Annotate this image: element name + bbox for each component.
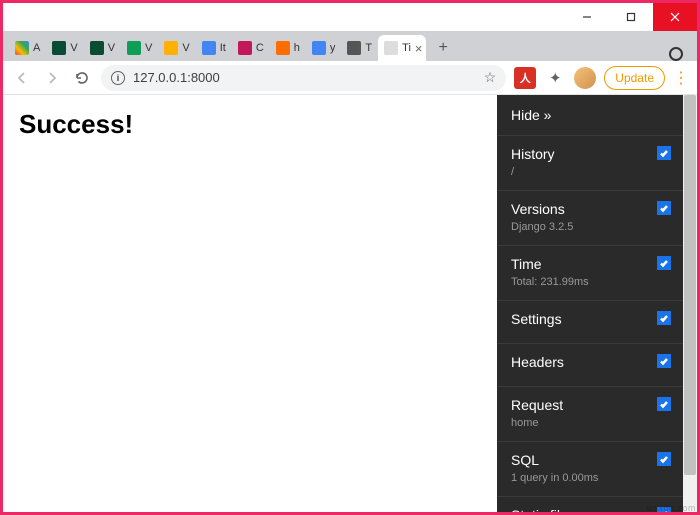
tab-label: A bbox=[33, 42, 40, 54]
browser-tab[interactable]: T bbox=[341, 35, 378, 61]
browser-tab[interactable]: V bbox=[84, 35, 121, 61]
djdt-panel-subtitle: 1 query in 0.00ms bbox=[511, 472, 669, 484]
browser-tab[interactable]: A bbox=[9, 35, 46, 61]
djdt-panel[interactable]: SQL 1 query in 0.00ms bbox=[497, 441, 683, 496]
favicon bbox=[90, 41, 104, 55]
tab-label: y bbox=[330, 42, 336, 54]
tab-label: V bbox=[145, 42, 152, 54]
djdt-panel-checkbox[interactable] bbox=[657, 256, 671, 270]
browser-tab[interactable]: V bbox=[46, 35, 83, 61]
djdt-panel[interactable]: Settings bbox=[497, 300, 683, 343]
browser-tab[interactable]: h bbox=[270, 35, 306, 61]
favicon bbox=[347, 41, 361, 55]
favicon bbox=[202, 41, 216, 55]
browser-tab[interactable]: C bbox=[232, 35, 270, 61]
djdt-panel-checkbox[interactable] bbox=[657, 354, 671, 368]
djdt-panel-subtitle: Total: 231.99ms bbox=[511, 276, 669, 288]
tabstrip: A V V V V It Ch y T Ti × + bbox=[3, 31, 697, 61]
djdt-panel-subtitle: / bbox=[511, 166, 669, 178]
djdt-panel-checkbox[interactable] bbox=[657, 311, 671, 325]
menu-button[interactable]: ⋮ bbox=[673, 68, 689, 88]
favicon bbox=[127, 41, 141, 55]
scrollbar-thumb[interactable] bbox=[684, 95, 696, 475]
address-bar[interactable]: i 127.0.0.1:8000 ☆ bbox=[101, 65, 506, 91]
tab-label: Ti bbox=[402, 42, 411, 54]
favicon bbox=[276, 41, 290, 55]
favicon bbox=[384, 41, 398, 55]
watermark: wsxdn.com bbox=[646, 503, 696, 513]
info-icon: i bbox=[111, 71, 125, 85]
search-tabs-icon[interactable] bbox=[669, 47, 683, 61]
minimize-button[interactable] bbox=[565, 3, 609, 31]
djdt-panel-title: Headers bbox=[511, 354, 669, 370]
browser-tab[interactable]: V bbox=[158, 35, 195, 61]
djdt-panel[interactable]: Headers bbox=[497, 343, 683, 386]
djdt-panel-title: Request bbox=[511, 397, 669, 413]
djdt-panel-title: Time bbox=[511, 256, 669, 272]
favicon bbox=[15, 41, 29, 55]
close-button[interactable] bbox=[653, 3, 697, 31]
djdt-panel-title: SQL bbox=[511, 452, 669, 468]
browser-tab[interactable]: y bbox=[306, 35, 342, 61]
profile-avatar[interactable] bbox=[574, 67, 596, 89]
extensions-icon[interactable]: ✦ bbox=[544, 67, 566, 89]
url-text: 127.0.0.1:8000 bbox=[133, 70, 220, 85]
djdt-panel-title: Versions bbox=[511, 201, 669, 217]
tab-close-icon[interactable]: × bbox=[415, 41, 423, 56]
toolbar: i 127.0.0.1:8000 ☆ 人 ✦ Update ⋮ bbox=[3, 61, 697, 95]
tab-label: T bbox=[365, 42, 372, 54]
browser-tab[interactable]: Ti × bbox=[378, 35, 426, 61]
forward-button[interactable] bbox=[41, 67, 63, 89]
djdt-panel-checkbox[interactable] bbox=[657, 397, 671, 411]
favicon bbox=[164, 41, 178, 55]
tab-label: V bbox=[108, 42, 115, 54]
tab-label: C bbox=[256, 42, 264, 54]
djdt-panel[interactable]: History / bbox=[497, 135, 683, 190]
browser-tab[interactable]: V bbox=[121, 35, 158, 61]
reload-button[interactable] bbox=[71, 67, 93, 89]
django-debug-toolbar: Hide » History/VersionsDjango 3.2.5TimeT… bbox=[497, 95, 683, 512]
tab-label: It bbox=[220, 42, 226, 54]
djdt-panel[interactable]: Request home bbox=[497, 386, 683, 441]
djdt-hide-button[interactable]: Hide » bbox=[497, 95, 683, 135]
back-button[interactable] bbox=[11, 67, 33, 89]
djdt-panel[interactable]: Time Total: 231.99ms bbox=[497, 245, 683, 300]
extension-adobe-icon[interactable]: 人 bbox=[514, 67, 536, 89]
favicon bbox=[238, 41, 252, 55]
maximize-button[interactable] bbox=[609, 3, 653, 31]
bookmark-star-icon[interactable]: ☆ bbox=[484, 69, 497, 86]
djdt-panel-subtitle: Django 3.2.5 bbox=[511, 221, 669, 233]
titlebar bbox=[3, 3, 697, 31]
update-button[interactable]: Update bbox=[604, 66, 665, 90]
content-area: Success! Hide » History/VersionsDjango 3… bbox=[3, 95, 697, 512]
djdt-panel[interactable]: Versions Django 3.2.5 bbox=[497, 190, 683, 245]
djdt-panel-checkbox[interactable] bbox=[657, 452, 671, 466]
favicon bbox=[312, 41, 326, 55]
tab-label: h bbox=[294, 42, 300, 54]
tab-label: V bbox=[182, 42, 189, 54]
new-tab-button[interactable]: + bbox=[430, 35, 456, 61]
tab-label: V bbox=[70, 42, 77, 54]
djdt-panel-title: Settings bbox=[511, 311, 669, 327]
djdt-panel-subtitle: home bbox=[511, 417, 669, 429]
browser-tab[interactable]: It bbox=[196, 35, 232, 61]
djdt-panel-title: History bbox=[511, 146, 669, 162]
djdt-panel-checkbox[interactable] bbox=[657, 201, 671, 215]
djdt-panel-checkbox[interactable] bbox=[657, 146, 671, 160]
vertical-scrollbar[interactable] bbox=[683, 95, 697, 512]
favicon bbox=[52, 41, 66, 55]
